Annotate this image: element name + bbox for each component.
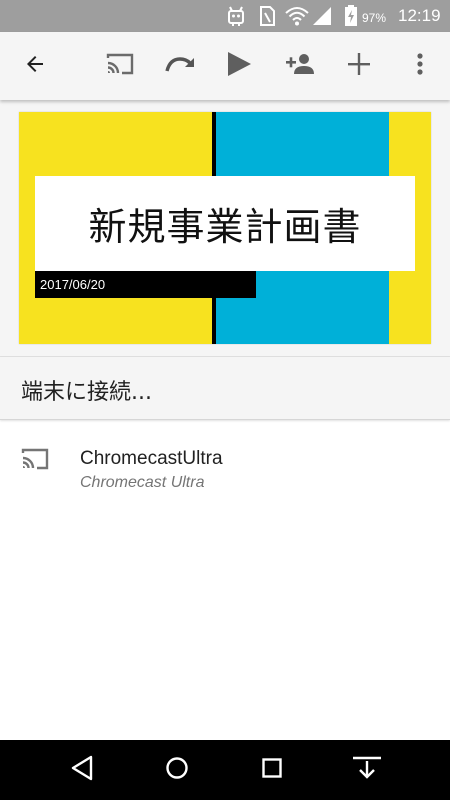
nav-notifications-button[interactable] [343, 746, 391, 794]
home-circle-icon [165, 756, 189, 785]
wifi-icon [285, 5, 309, 32]
cast-button[interactable] [96, 42, 144, 90]
back-triangle-icon [70, 755, 94, 786]
back-button[interactable] [11, 42, 59, 90]
redo-button[interactable] [156, 42, 204, 90]
device-list-item[interactable]: ChromecastUltra Chromecast Ultra [0, 422, 450, 502]
battery-percent: 97% [362, 11, 387, 25]
cast-icon [20, 446, 50, 477]
nav-recents-button[interactable] [248, 746, 296, 794]
slide-thumbnail[interactable]: 新規事業計画書 2017/06/20 [19, 112, 431, 344]
sim-card-icon [258, 5, 276, 32]
status-clock: 12:19 [398, 6, 441, 25]
notification-pulldown-icon [351, 755, 383, 786]
back-arrow-icon [23, 52, 47, 81]
screen: 97% 12:19 新規事業計画書 2017/06/20 端末に接続... Ch… [0, 0, 450, 800]
slide-date-bar: 2017/06/20 [35, 271, 256, 298]
slide-date: 2017/06/20 [40, 277, 106, 292]
connect-device-title: 端末に接続... [21, 380, 152, 405]
toolbar [0, 32, 450, 100]
nav-back-button[interactable] [58, 746, 106, 794]
nav-home-button[interactable] [153, 746, 201, 794]
status-bar: 97% 12:19 [0, 0, 450, 32]
more-options-button[interactable] [396, 42, 444, 90]
device-name: ChromecastUltra [80, 448, 223, 469]
add-person-icon [284, 52, 316, 81]
add-button[interactable] [335, 42, 383, 90]
plus-icon [347, 52, 371, 81]
play-button[interactable] [215, 42, 263, 90]
slide-title: 新規事業計画書 [88, 205, 362, 249]
android-robot-icon [226, 5, 246, 32]
recents-square-icon [261, 757, 283, 784]
add-person-button[interactable] [276, 42, 324, 90]
signal-icon [312, 5, 332, 32]
redo-icon [164, 53, 196, 80]
play-icon [226, 51, 252, 82]
device-model: Chromecast Ultra [80, 474, 205, 491]
connect-device-header: 端末に接続... [0, 357, 450, 420]
battery-charging-icon [344, 5, 358, 32]
navigation-bar [0, 740, 450, 800]
more-vert-icon [416, 52, 424, 81]
cast-icon [105, 51, 135, 82]
slide-title-box: 新規事業計画書 [35, 176, 415, 271]
slide-preview-area: 新規事業計画書 2017/06/20 [0, 100, 450, 357]
